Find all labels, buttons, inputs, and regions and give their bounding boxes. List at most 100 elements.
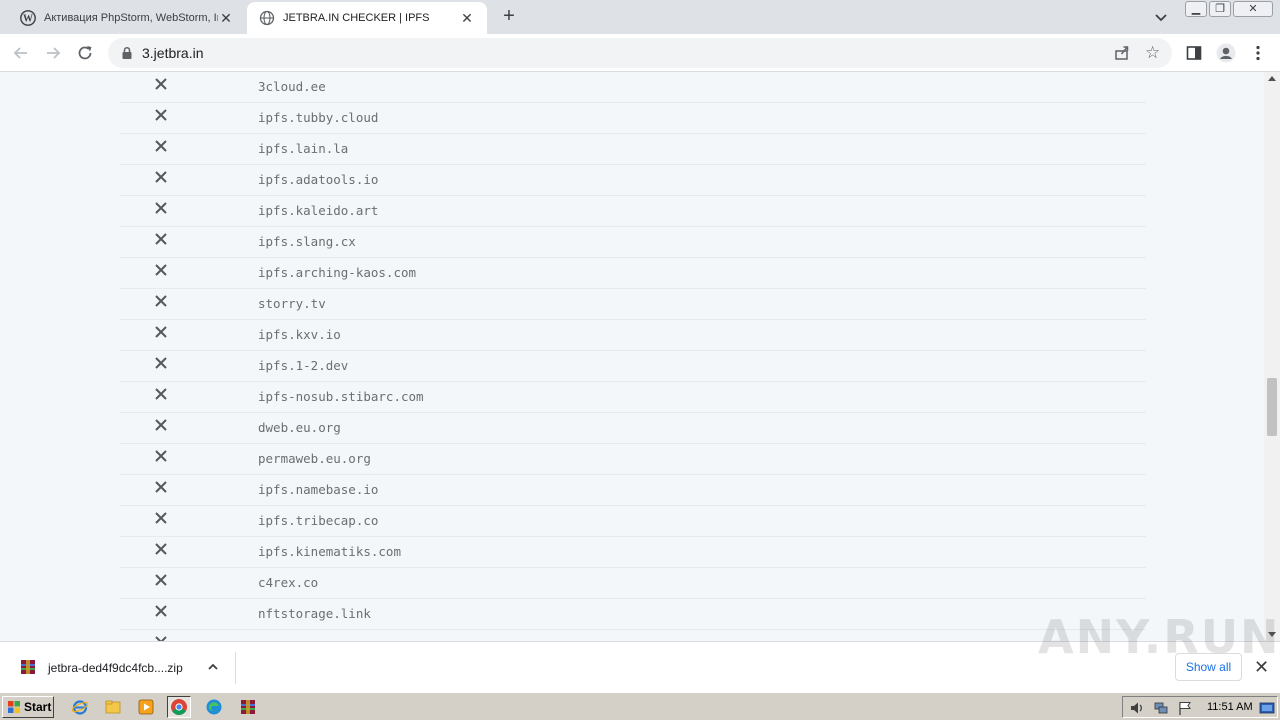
arrow-right-icon (47, 47, 61, 59)
gateway-row: ipfs.arching-kaos.com (120, 258, 1146, 289)
side-panel-icon (1186, 46, 1202, 60)
folder-icon (105, 700, 121, 714)
gateway-row: ipfs.namebase.io (120, 475, 1146, 506)
winrar-archive-icon (21, 660, 35, 674)
start-button[interactable]: Start (2, 696, 54, 718)
gateway-domain: ipfs.slang.cx (258, 234, 356, 249)
gateway-row: 3cloud.ee (120, 72, 1146, 103)
gateway-domain: dweb.eu.org (258, 420, 341, 435)
url-text[interactable]: 3.jetbra.in (142, 45, 203, 61)
gateway-row: ipfs.slang.cx (120, 227, 1146, 258)
checker-content: 3cloud.ee ipfs.tubby.cloud ipfs.lain.la ipf… (0, 72, 1264, 641)
gateway-domain: ipfs.namebase.io (258, 482, 379, 497)
scroll-down-icon[interactable] (1268, 632, 1276, 637)
winrar-icon (241, 700, 255, 714)
scrollbar-thumb[interactable] (1267, 378, 1277, 436)
taskbar-winrar[interactable] (236, 696, 260, 718)
gateway-domain: ipfs.1-2.dev (258, 358, 349, 373)
profile-button[interactable] (1216, 43, 1236, 63)
x-icon (155, 295, 167, 307)
gateway-domain: c4rex.co (258, 575, 319, 590)
download-item[interactable]: jetbra-ded4f9dc4fcb....zip (14, 652, 236, 684)
gateway-domain: permaweb.eu.org (258, 451, 371, 466)
side-panel-button[interactable] (1184, 43, 1204, 63)
gateway-domain: 3cloud.ee (258, 79, 326, 94)
gateway-domain: ipfs.kaleido.art (258, 203, 379, 218)
gateway-row: ipfs.adatools.io (120, 165, 1146, 196)
bookmark-star-icon[interactable]: ☆ (1145, 43, 1160, 63)
forward-button[interactable] (40, 40, 66, 66)
volume-icon[interactable] (1129, 700, 1145, 716)
show-all-button[interactable]: Show all (1175, 653, 1242, 681)
gateway-domain: ipfs.lain.la (258, 141, 349, 156)
x-icon (155, 171, 167, 183)
new-tab-button[interactable]: + (498, 6, 520, 28)
gateway-domain: ipfs.kxv.io (258, 327, 341, 342)
taskbar-edge[interactable] (202, 696, 226, 718)
gateway-domain: ipfs.arching-kaos.com (258, 265, 417, 280)
reload-icon (78, 46, 92, 60)
taskbar-explorer[interactable] (101, 696, 125, 718)
chevron-up-icon[interactable] (206, 660, 220, 674)
system-tray: 11:51 AM (1122, 696, 1278, 718)
tab-close-icon[interactable]: ✕ (218, 10, 234, 26)
taskbar-ie[interactable] (68, 696, 92, 718)
gateway-domain: ipfs-nosub.stibarc.com (258, 389, 424, 404)
restore-button[interactable]: ❐ (1209, 1, 1231, 17)
gateway-row: permaweb.eu.org (120, 444, 1146, 475)
tab-strip: W Активация PhpStorm, WebStorm, IntelliJ… (0, 0, 1280, 34)
close-download-bar-icon[interactable]: ✕ (1254, 658, 1269, 676)
gateway-row: c4rex.co (120, 568, 1146, 599)
gateway-domain: ipfs.kinematiks.com (258, 544, 401, 559)
x-icon (155, 512, 167, 524)
chevron-down-icon[interactable] (1152, 8, 1170, 26)
network-icon[interactable] (1153, 700, 1169, 716)
scroll-up-icon[interactable] (1268, 76, 1276, 81)
tab-close-icon[interactable]: ✕ (459, 10, 475, 26)
share-icon[interactable] (1113, 44, 1131, 62)
x-icon (155, 140, 167, 152)
back-button[interactable] (8, 40, 34, 66)
x-icon (155, 605, 167, 617)
x-icon (155, 326, 167, 338)
wordpress-icon: W (20, 10, 36, 26)
x-icon (155, 419, 167, 431)
gateway-domain: storry.tv (258, 296, 326, 311)
x-icon (155, 450, 167, 462)
menu-button[interactable] (1248, 43, 1268, 63)
minimize-button[interactable]: ▁ (1185, 1, 1207, 17)
gateway-row: ipfs-nosub.stibarc.com (120, 382, 1146, 413)
gateway-domain: ipfs.tribecap.co (258, 513, 379, 528)
gateway-row: ipfs.kinematiks.com (120, 537, 1146, 568)
tab-title: Активация PhpStorm, WebStorm, IntelliJ I… (44, 12, 218, 24)
x-icon (155, 202, 167, 214)
gateway-row: ipfs.tribecap.co (120, 506, 1146, 537)
action-center-flag-icon[interactable] (1177, 700, 1193, 716)
taskbar-chrome[interactable] (167, 696, 191, 718)
start-label: Start (24, 700, 52, 714)
x-icon (155, 233, 167, 245)
reload-button[interactable] (72, 40, 98, 66)
arrow-left-icon (13, 47, 27, 59)
gateway-row: storry.tv (120, 289, 1146, 320)
taskbar-media-player[interactable] (134, 696, 158, 718)
x-icon (155, 78, 167, 90)
tab-activation[interactable]: W Активация PhpStorm, WebStorm, IntelliJ… (8, 2, 246, 34)
x-icon (155, 264, 167, 276)
windows-taskbar: Start 11:51 AM (0, 692, 1280, 720)
gateway-row: nftstorage.link (120, 599, 1146, 630)
kebab-menu-icon (1256, 45, 1260, 61)
tab-jetbra-checker[interactable]: JETBRA.IN CHECKER | IPFS ✕ (247, 2, 487, 34)
gateway-row: dweb.eu.org (120, 413, 1146, 444)
window-close-button[interactable]: ✕ (1233, 1, 1273, 17)
lock-icon[interactable] (120, 46, 134, 60)
gateway-row: ipfs.kxv.io (120, 320, 1146, 351)
gateway-domain: ipfs.adatools.io (258, 172, 379, 187)
browser-toolbar: 3.jetbra.in ☆ (0, 34, 1280, 72)
svg-text:W: W (23, 14, 33, 25)
system-clock: 11:51 AM (1207, 701, 1253, 713)
show-desktop-icon[interactable] (1259, 700, 1275, 716)
address-bar[interactable]: 3.jetbra.in ☆ (108, 38, 1172, 68)
vertical-scrollbar[interactable] (1264, 72, 1280, 641)
media-player-icon (138, 699, 154, 715)
